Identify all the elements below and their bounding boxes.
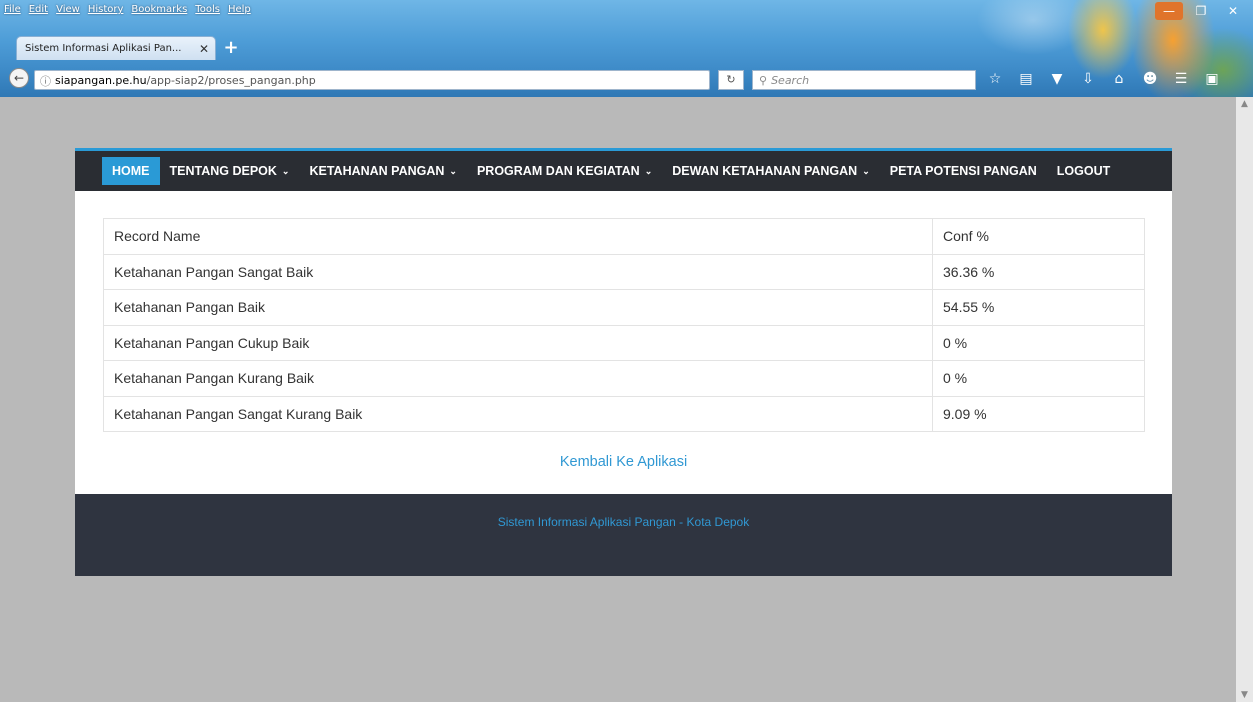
menu-tools[interactable]: Tools <box>195 4 220 20</box>
nav-tentang-depok-label: TENTANG DEPOK <box>169 164 277 178</box>
conf-cell: 0 % <box>932 324 1145 361</box>
nav-tentang-depok[interactable]: TENTANG DEPOK ⌄ <box>160 151 300 191</box>
url-host: siapangan.pe.hu <box>55 73 147 87</box>
menu-history[interactable]: History <box>88 4 124 20</box>
chevron-down-icon: ⌄ <box>644 165 653 176</box>
close-window-icon[interactable]: ✕ <box>1219 2 1247 20</box>
conf-cell: 9.09 % <box>932 395 1145 432</box>
nav-peta-potensi-pangan[interactable]: PETA POTENSI PANGAN <box>880 151 1047 191</box>
pocket-icon[interactable]: ▼ <box>1048 68 1066 90</box>
new-tab-icon[interactable]: + <box>220 38 242 58</box>
table-row: Ketahanan Pangan Baik 54.55 % <box>103 289 1145 326</box>
tab-title: Sistem Informasi Aplikasi Pan... <box>25 43 182 54</box>
chevron-down-icon: ⌄ <box>281 165 290 176</box>
scroll-down-icon[interactable]: ▼ <box>1236 690 1253 700</box>
reload-icon[interactable]: ↻ <box>718 70 744 90</box>
browser-tab[interactable]: Sistem Informasi Aplikasi Pan... ✕ <box>16 36 216 60</box>
conf-cell: 36.36 % <box>932 253 1145 290</box>
menu-edit[interactable]: Edit <box>29 4 48 20</box>
info-icon[interactable]: ⓘ <box>40 73 51 89</box>
records-table: Record Name Conf % Ketahanan Pangan Sang… <box>103 218 1145 432</box>
table-row: Ketahanan Pangan Cukup Baik 0 % <box>103 324 1145 361</box>
search-icon: ⚲ <box>759 73 768 87</box>
search-input[interactable]: ⚲ Search <box>752 70 976 90</box>
nav-home-label: HOME <box>112 164 150 178</box>
chevron-down-icon: ⌄ <box>862 165 870 176</box>
record-name-cell: Ketahanan Pangan Baik <box>103 289 933 326</box>
menu-bar: File Edit View History Bookmarks Tools H… <box>4 4 251 20</box>
hamburger-menu-icon[interactable]: ☰ <box>1172 68 1190 90</box>
record-name-cell: Ketahanan Pangan Cukup Baik <box>103 324 933 361</box>
bookmark-star-icon[interactable]: ☆ <box>986 68 1004 90</box>
hello-chat-icon[interactable]: ☻ <box>1141 68 1159 90</box>
footer-text[interactable]: Sistem Informasi Aplikasi Pangan - Kota … <box>498 515 749 529</box>
url-path: /app-siap2/proses_pangan.php <box>146 73 316 87</box>
nav-ketahanan-pangan-label: KETAHANAN PANGAN <box>309 164 445 178</box>
record-name-cell: Ketahanan Pangan Kurang Baik <box>103 360 933 397</box>
menu-view[interactable]: View <box>56 4 80 20</box>
nav-dewan-label: DEWAN KETAHANAN PANGAN <box>672 164 858 178</box>
minimize-icon[interactable]: — <box>1155 2 1183 20</box>
nav-dewan-ketahanan-pangan[interactable]: DEWAN KETAHANAN PANGAN ⌄ <box>662 151 880 191</box>
toolbar-icons: ☆ ▤ ▼ ⇩ ⌂ ☻ ☰ ▣ <box>986 68 1221 90</box>
tab-close-icon[interactable]: ✕ <box>199 42 209 56</box>
record-name-cell: Ketahanan Pangan Sangat Kurang Baik <box>103 395 933 432</box>
nav-ketahanan-pangan[interactable]: KETAHANAN PANGAN ⌄ <box>299 151 467 191</box>
back-to-app-link[interactable]: Kembali Ke Aplikasi <box>75 454 1172 470</box>
nav-program-dan-kegiatan[interactable]: PROGRAM DAN KEGIATAN ⌄ <box>467 151 662 191</box>
site-footer: Sistem Informasi Aplikasi Pangan - Kota … <box>75 494 1172 576</box>
table-row: Ketahanan Pangan Sangat Baik 36.36 % <box>103 253 1145 290</box>
address-bar[interactable]: ⓘ siapangan.pe.hu/app-siap2/proses_panga… <box>34 70 710 90</box>
table-row: Ketahanan Pangan Kurang Baik 0 % <box>103 360 1145 397</box>
nav-logout[interactable]: LOGOUT <box>1047 151 1120 191</box>
restore-icon[interactable]: ❐ <box>1187 2 1215 20</box>
record-name-cell: Ketahanan Pangan Sangat Baik <box>103 253 933 290</box>
back-arrow-icon[interactable]: ← <box>9 68 29 88</box>
scroll-up-icon[interactable]: ▲ <box>1236 99 1253 109</box>
nav-logout-label: LOGOUT <box>1056 164 1111 178</box>
main-navigation: HOME TENTANG DEPOK ⌄ KETAHANAN PANGAN ⌄ … <box>75 148 1172 191</box>
reading-list-icon[interactable]: ▤ <box>1017 68 1035 90</box>
table-header-row: Record Name Conf % <box>103 218 1145 255</box>
menu-file[interactable]: File <box>4 4 21 20</box>
download-icon[interactable]: ⇩ <box>1079 68 1097 90</box>
window-controls: — ❐ ✕ <box>1155 2 1247 20</box>
nav-peta-label: PETA POTENSI PANGAN <box>889 164 1037 178</box>
search-placeholder: Search <box>771 73 810 87</box>
header-record-name: Record Name <box>103 218 933 255</box>
header-conf: Conf % <box>932 218 1145 255</box>
menu-help[interactable]: Help <box>228 4 251 20</box>
menu-bookmarks[interactable]: Bookmarks <box>131 4 187 20</box>
nav-program-label: PROGRAM DAN KEGIATAN <box>476 164 640 178</box>
site-container: HOME TENTANG DEPOK ⌄ KETAHANAN PANGAN ⌄ … <box>75 148 1172 576</box>
extension-icon[interactable]: ▣ <box>1203 68 1221 90</box>
conf-cell: 0 % <box>932 360 1145 397</box>
nav-home[interactable]: HOME <box>102 157 160 185</box>
conf-cell: 54.55 % <box>932 289 1145 326</box>
home-icon[interactable]: ⌂ <box>1110 68 1128 90</box>
chevron-down-icon: ⌄ <box>449 165 457 176</box>
page-scrollbar[interactable]: ▲ ▼ <box>1236 97 1253 702</box>
table-row: Ketahanan Pangan Sangat Kurang Baik 9.09… <box>103 395 1145 432</box>
